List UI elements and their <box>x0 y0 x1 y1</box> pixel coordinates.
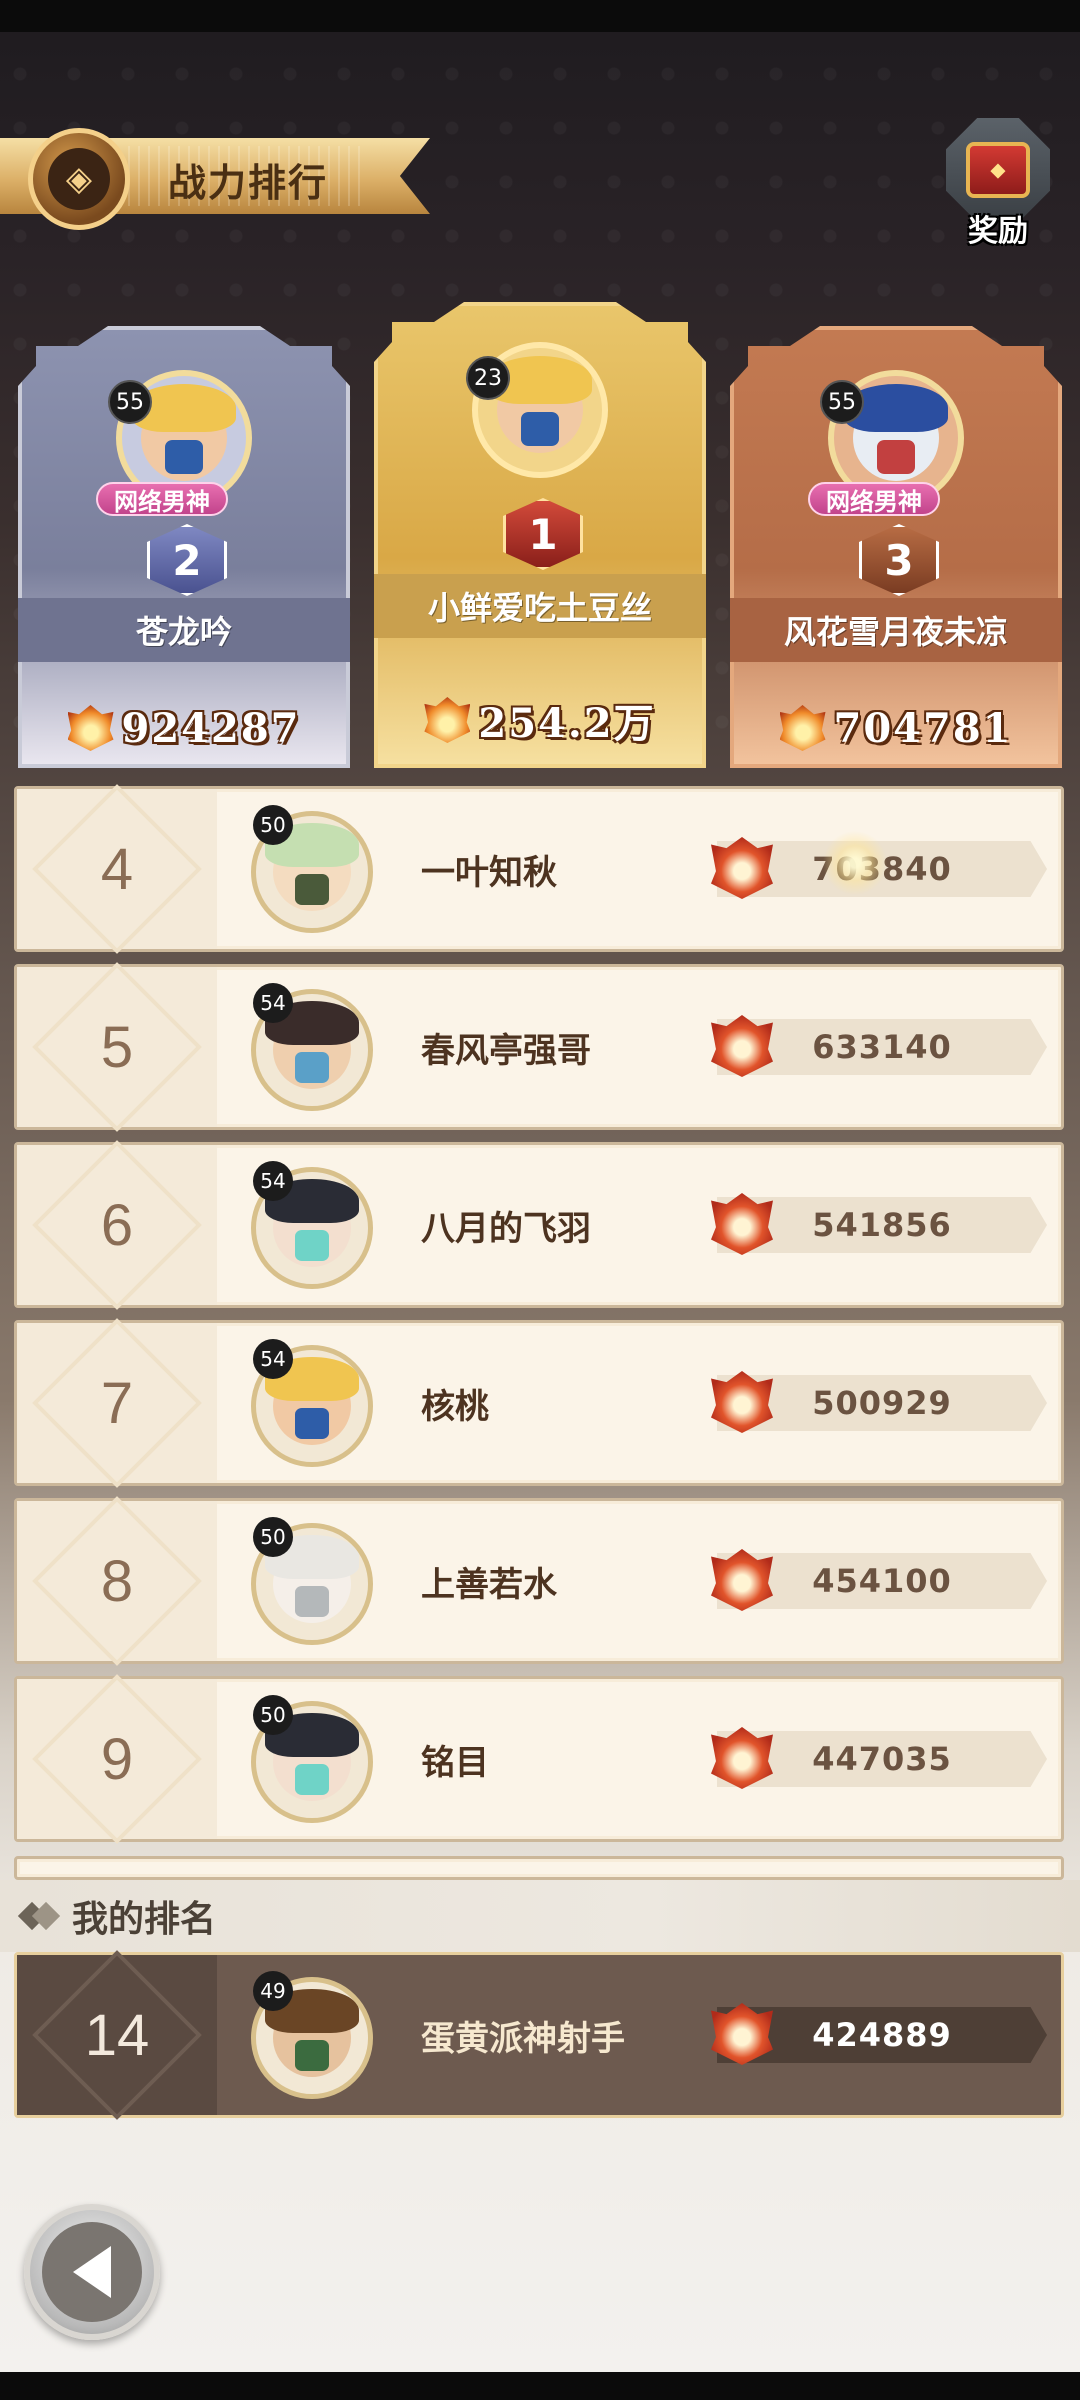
ranking-row-9[interactable]: 9 50 铭目 447035 <box>14 1674 1064 1844</box>
reward-button[interactable]: ⬥ 奖励 <box>940 118 1056 249</box>
power-value: 704781 <box>730 698 1062 758</box>
shield-icon: ◈ <box>48 148 110 210</box>
page-title: 战力排行 <box>168 161 329 205</box>
power-value: 254.2万 <box>374 690 706 750</box>
my-rank-title: 我的排名 <box>72 1899 217 1940</box>
back-arrow-icon <box>73 2246 111 2298</box>
my-rank-row[interactable]: 14 49 蛋黄派神射手 424889 <box>14 1950 1064 2120</box>
ranking-row-4[interactable]: 4 50 一叶知秋 703840 <box>14 784 1064 954</box>
player-name: 风花雪月夜未凉 <box>730 598 1062 662</box>
double-arrow-icon <box>22 1897 60 1935</box>
level-badge: 49 <box>253 1971 293 2011</box>
reward-label: 奖励 <box>968 214 1028 249</box>
level-badge: 55 <box>820 380 864 424</box>
rank-cell: 7 <box>17 1318 217 1488</box>
rank-cell: 4 <box>17 784 217 954</box>
rank-number: 5 <box>100 1014 134 1080</box>
my-rank-header: 我的排名 <box>0 1880 1080 1952</box>
ranking-row-6[interactable]: 6 54 八月的飞羽 541856 <box>14 1140 1064 1310</box>
level-badge: 54 <box>253 1161 293 1201</box>
title-tag-badge: 网络男神 <box>808 482 940 516</box>
power-flame-icon <box>67 705 114 751</box>
level-badge: 55 <box>108 380 152 424</box>
power-flame-icon <box>424 697 471 743</box>
power-number: 924287 <box>121 704 301 752</box>
podium-card-rank-3[interactable]: 55 网络男神 3 风花雪月夜未凉 704781 <box>730 326 1062 768</box>
navigation-bar <box>0 2372 1080 2400</box>
title-tag-badge: 网络男神 <box>96 482 228 516</box>
back-button-inner <box>42 2222 142 2322</box>
ranking-row-8[interactable]: 8 50 上善若水 454100 <box>14 1496 1064 1666</box>
rank-cell: 5 <box>17 962 217 1132</box>
sparkle-effect <box>820 828 890 898</box>
rank-number: 8 <box>100 1548 134 1614</box>
rank-cell: 9 <box>17 1674 217 1844</box>
rank-number: 4 <box>100 836 134 902</box>
title-banner: ◈ 战力排行 <box>0 128 430 230</box>
power-number: 254.2万 <box>478 700 656 747</box>
level-badge: 54 <box>253 1339 293 1379</box>
player-name: 春风亭强哥 <box>421 1030 591 1071</box>
player-name: 苍龙吟 <box>18 598 350 662</box>
chest-lock-icon: ⬥ <box>966 142 1030 198</box>
back-button[interactable] <box>24 2204 160 2340</box>
power-flame-icon <box>779 705 826 751</box>
ranking-row-5[interactable]: 5 54 春风亭强哥 633140 <box>14 962 1064 1132</box>
player-name: 一叶知秋 <box>421 852 557 893</box>
level-badge: 50 <box>253 1695 293 1735</box>
rank-cell: 14 <box>17 1950 217 2120</box>
level-badge: 54 <box>253 983 293 1023</box>
player-name: 核桃 <box>421 1386 489 1427</box>
podium-card-rank-2[interactable]: 55 网络男神 2 苍龙吟 924287 <box>18 326 350 768</box>
rank-number: 6 <box>100 1192 134 1258</box>
player-name: 上善若水 <box>421 1564 557 1605</box>
leaderboard-medal-icon: ◈ <box>28 128 130 230</box>
ranking-row-7[interactable]: 7 54 核桃 500929 <box>14 1318 1064 1488</box>
power-number: 704781 <box>833 704 1013 752</box>
level-badge: 23 <box>466 356 510 400</box>
level-badge: 50 <box>253 805 293 845</box>
player-name: 小鲜爱吃土豆丝 <box>374 574 706 638</box>
level-badge: 50 <box>253 1517 293 1557</box>
rank-number: 9 <box>100 1726 134 1792</box>
ranking-row-partial[interactable] <box>14 1856 1064 1880</box>
rank-number: 14 <box>84 2002 150 2068</box>
power-value: 924287 <box>18 698 350 758</box>
rank-cell: 6 <box>17 1140 217 1310</box>
rank-cell: 8 <box>17 1496 217 1666</box>
player-name: 蛋黄派神射手 <box>421 2018 625 2059</box>
player-name: 铭目 <box>421 1742 489 1783</box>
rank-number: 7 <box>100 1370 134 1436</box>
player-name: 八月的飞羽 <box>421 1208 591 1249</box>
status-bar <box>0 0 1080 32</box>
podium-card-rank-1[interactable]: 23 1 小鲜爱吃土豆丝 254.2万 <box>374 302 706 768</box>
